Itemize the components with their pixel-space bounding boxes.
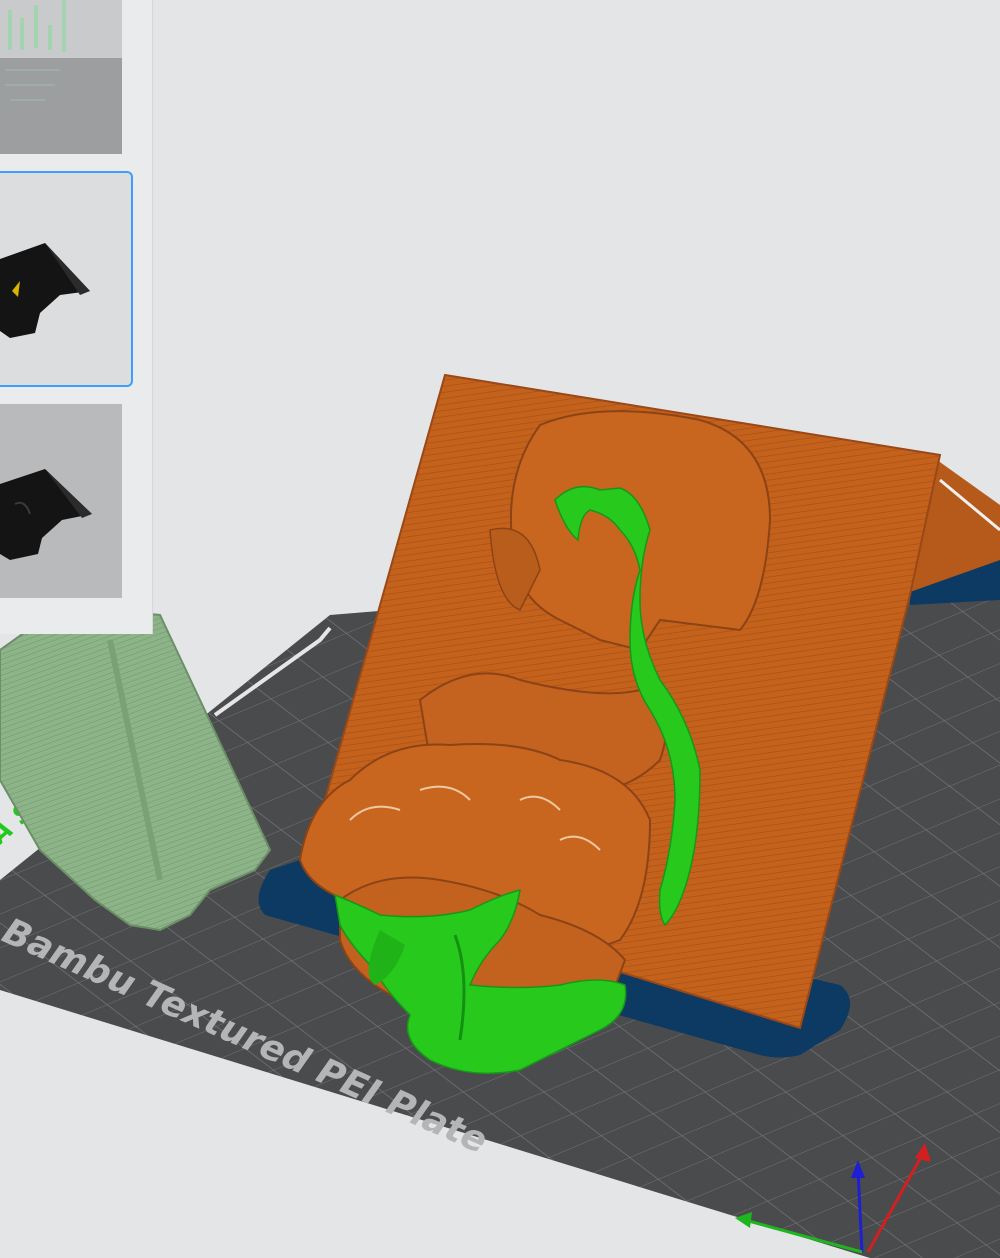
plate-thumbnail-panel	[0, 0, 152, 634]
plate-thumbnail-3[interactable]	[0, 404, 122, 598]
plate-thumbnail-2[interactable]	[0, 171, 133, 387]
plate-thumbnail-1[interactable]	[0, 0, 122, 154]
